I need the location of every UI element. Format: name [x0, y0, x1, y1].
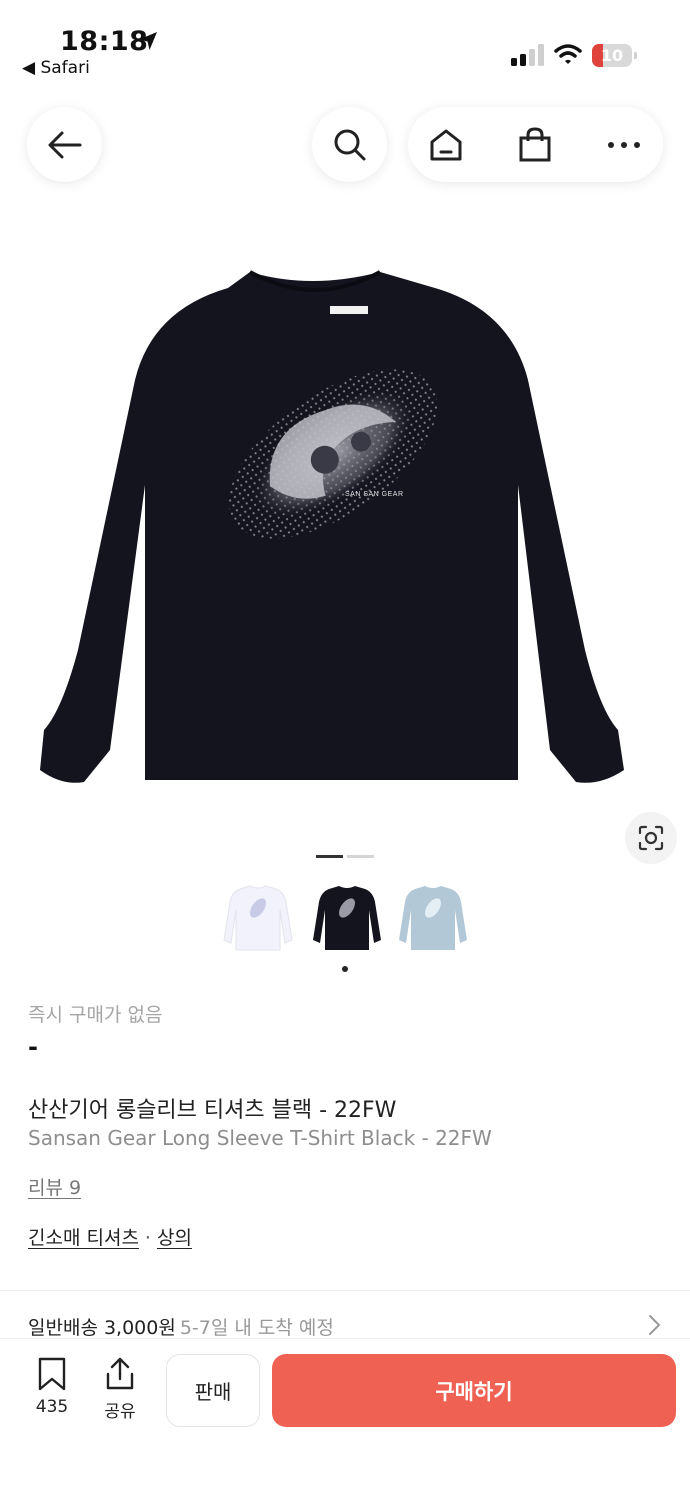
- nav-actions-group: [408, 107, 663, 182]
- bookmark-icon: [38, 1357, 66, 1391]
- shopping-bag-button[interactable]: [505, 107, 565, 182]
- section-divider: [0, 1290, 690, 1291]
- home-button[interactable]: [416, 107, 476, 182]
- product-title-en: Sansan Gear Long Sleeve T-Shirt Black - …: [28, 1126, 492, 1150]
- battery-indicator: 10: [592, 44, 637, 67]
- print-text: SAN SAN GEAR: [345, 491, 404, 498]
- instant-purchase-label: 즉시 구매가 없음: [28, 1004, 163, 1026]
- color-options: [222, 880, 472, 960]
- camera-lens-icon: [638, 825, 664, 851]
- arrow-left-icon: [48, 131, 81, 158]
- price: -: [28, 1033, 38, 1061]
- selected-color-indicator: [342, 966, 348, 972]
- shipping-eta: 5-7일 내 도착 예정: [179, 1317, 334, 1339]
- color-option-light-blue[interactable]: [397, 880, 469, 956]
- status-time: 18:18: [60, 26, 149, 57]
- shipping-row[interactable]: 일반배송 3,000원 5-7일 내 도착 예정: [28, 1313, 334, 1340]
- more-button[interactable]: [594, 107, 654, 182]
- bookmark-count: 435: [35, 1397, 69, 1417]
- product-title-ko: 산산기어 롱슬리브 티셔츠 블랙 - 22FW: [28, 1098, 397, 1123]
- buy-button[interactable]: 구매하기: [272, 1354, 676, 1427]
- more-horizontal-icon: [608, 141, 640, 148]
- status-bar: 18:18 ◀ Safari 10: [0, 0, 690, 90]
- search-icon: [334, 129, 365, 160]
- image-search-button[interactable]: [625, 812, 677, 864]
- shopping-bag-icon: [519, 126, 551, 161]
- cellular-signal-icon: [511, 44, 544, 66]
- chevron-right-icon: [649, 1315, 661, 1335]
- home-icon: [430, 129, 462, 160]
- category-separator: ·: [144, 1227, 151, 1249]
- back-button[interactable]: [27, 107, 102, 182]
- battery-level: 10: [600, 46, 624, 65]
- color-option-white[interactable]: [222, 880, 294, 956]
- page-dot: [347, 855, 374, 858]
- share-icon: [106, 1357, 134, 1390]
- share-label: 공유: [104, 1402, 136, 1422]
- page-dot-active: [316, 855, 343, 858]
- color-option-black[interactable]: [311, 880, 383, 956]
- location-arrow-icon: [139, 32, 157, 50]
- wifi-icon: [554, 44, 582, 64]
- review-link[interactable]: 리뷰 9: [28, 1173, 81, 1200]
- shipping-label: 일반배송 3,000원: [28, 1317, 176, 1339]
- back-to-safari-link[interactable]: ◀ Safari: [22, 58, 90, 78]
- bookmark-button[interactable]: 435: [27, 1357, 77, 1417]
- search-button[interactable]: [312, 107, 387, 182]
- subcategory-link[interactable]: 상의: [157, 1227, 192, 1249]
- category-breadcrumb: 긴소매 티셔츠 · 상의: [28, 1223, 192, 1250]
- sell-button[interactable]: 판매: [166, 1354, 260, 1427]
- category-link[interactable]: 긴소매 티셔츠: [28, 1227, 139, 1249]
- product-image[interactable]: SAN SAN GEAR: [40, 250, 650, 810]
- bottom-action-bar: 435 공유 판매 구매하기: [0, 1338, 690, 1500]
- share-button[interactable]: 공유: [95, 1357, 145, 1422]
